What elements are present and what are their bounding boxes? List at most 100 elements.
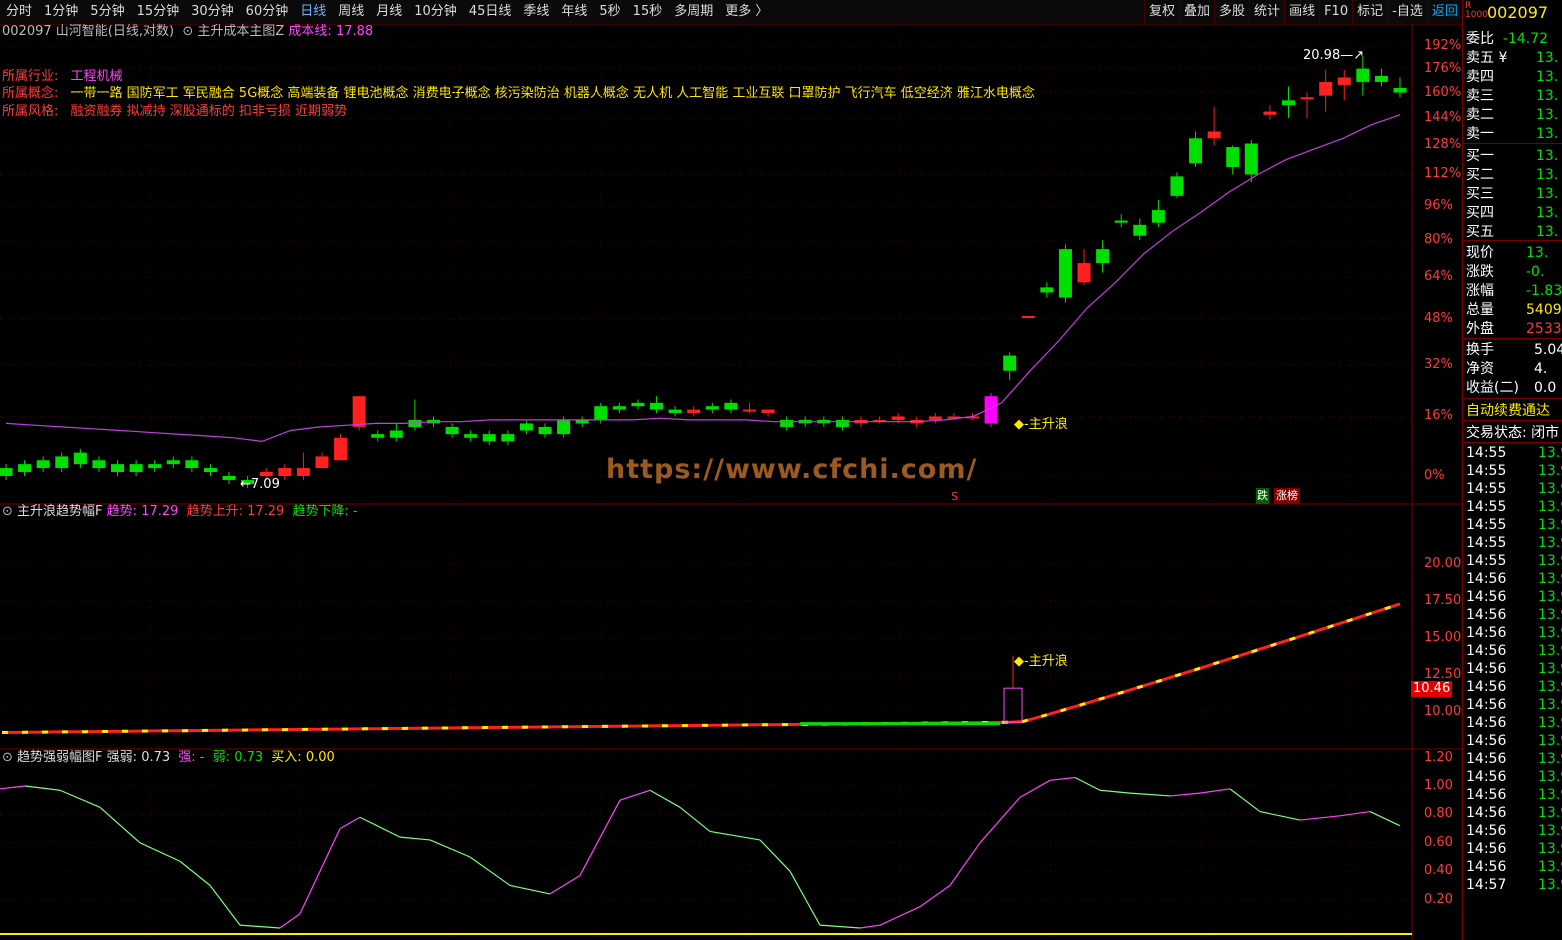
tick-row: 14:57 13.9 xyxy=(1466,876,1562,894)
sell-level-0[interactable]: 卖五 ¥ 13. xyxy=(1466,49,1558,67)
candle-body xyxy=(203,468,217,473)
panel3-name[interactable]: 趋势强弱幅图F xyxy=(17,750,102,765)
buy-level-price: 13. xyxy=(1536,186,1559,202)
candle-body xyxy=(1114,220,1128,223)
buy-level-0[interactable]: 买一 13. xyxy=(1466,147,1558,165)
period-tab-3[interactable]: 15分钟 xyxy=(131,0,186,24)
sell-level-4[interactable]: 卖一 13. xyxy=(1466,125,1558,143)
watermark-text: https://www.cfchi.com/ xyxy=(606,454,978,485)
main-axis-label: 192% xyxy=(1424,38,1462,53)
period-tab-4[interactable]: 30分钟 xyxy=(185,0,240,24)
tick-time: 14:56 xyxy=(1466,859,1507,875)
tick-time: 14:55 xyxy=(1466,499,1507,515)
tick-time: 14:56 xyxy=(1466,841,1507,857)
buy-level-3[interactable]: 买四 13. xyxy=(1466,204,1558,222)
strength-line-seg xyxy=(1229,788,1261,813)
tick-time: 14:56 xyxy=(1466,805,1507,821)
main-axis-label: 32% xyxy=(1424,356,1453,372)
buy-value: 0.00 xyxy=(305,750,335,765)
buy-level-4[interactable]: 买五 13. xyxy=(1466,223,1558,241)
buy-level-2[interactable]: 买三 13. xyxy=(1466,185,1558,203)
period-tab-5[interactable]: 60分钟 xyxy=(240,0,295,24)
period-tab-8[interactable]: 月线 xyxy=(370,0,408,24)
main-axis-label: 144% xyxy=(1424,110,1462,126)
period-tab-7[interactable]: 周线 xyxy=(332,0,370,24)
period-tab-1[interactable]: 1分钟 xyxy=(38,0,84,24)
candle-body xyxy=(1337,77,1351,85)
toolbar-button-5[interactable]: F10 xyxy=(1319,0,1352,24)
tick-price: 13.9 xyxy=(1538,463,1562,479)
buy-level-label: 买五 xyxy=(1466,224,1494,240)
candle-body xyxy=(1040,287,1054,293)
high-price-marker: 20.98—↗ xyxy=(1303,48,1365,63)
strength-line-seg xyxy=(1259,810,1301,821)
toolbar-button-4[interactable]: 画线 xyxy=(1284,0,1319,24)
strength-line-seg xyxy=(209,885,241,926)
die-badge[interactable]: 跌 xyxy=(1256,488,1269,504)
period-tab-9[interactable]: 10分钟 xyxy=(408,0,463,24)
strength-line-seg xyxy=(949,842,981,886)
period-tab-10[interactable]: 45日线 xyxy=(463,0,518,24)
sell-level-label: 卖一 xyxy=(1466,126,1494,142)
period-tab-15[interactable]: 多周期 xyxy=(668,0,719,24)
quote-stat2-1: 净资 4. xyxy=(1466,360,1547,378)
buy-level-1[interactable]: 买二 13. xyxy=(1466,166,1558,184)
buy-level-price: 13. xyxy=(1536,205,1559,221)
tick-time: 14:56 xyxy=(1466,787,1507,803)
strength-line-seg xyxy=(619,789,651,801)
quote-stat-4: 外盘 2533 xyxy=(1466,320,1562,338)
toolbar-button-6[interactable]: 标记 xyxy=(1352,0,1387,24)
cost-ma-line xyxy=(5,114,1401,443)
period-tab-14[interactable]: 15秒 xyxy=(627,0,669,24)
panel3-title-row: ⊙ 趋势强弱幅图F 强弱: 0.73 强: - 弱: 0.73 买入: 0.00 xyxy=(2,750,335,766)
auto-renew-notice[interactable]: 自动续费通达 xyxy=(1466,402,1550,420)
strength-line-seg xyxy=(339,816,361,830)
period-tab-0[interactable]: 分时 xyxy=(0,0,38,24)
side-stock-code[interactable]: 002097 xyxy=(1487,4,1548,22)
candle-body xyxy=(1263,111,1277,115)
trend-down-label: 趋势下降: xyxy=(292,504,349,519)
buy-label: 买入: xyxy=(271,750,302,765)
panel3-settings-icon[interactable]: ⊙ xyxy=(2,750,13,765)
strength-label: 强弱: xyxy=(106,750,138,765)
tick-time: 14:56 xyxy=(1466,661,1507,677)
tick-row: 14:56 13.9 xyxy=(1466,804,1562,822)
toolbar-button-2[interactable]: 多股 xyxy=(1214,0,1249,24)
toolbar-button-3[interactable]: 统计 xyxy=(1249,0,1284,24)
toolbar-button-0[interactable]: 复权 xyxy=(1144,0,1179,24)
panel2-title-row: ⊙ 主升浪趋势幅F 趋势: 17.29 趋势上升: 17.29 趋势下降: - xyxy=(2,504,358,520)
period-tab-6[interactable]: 日线 xyxy=(294,0,332,24)
tick-price: 13.9 xyxy=(1538,769,1562,785)
strength-line-seg xyxy=(0,785,26,790)
sell-level-1[interactable]: 卖四 13. xyxy=(1466,68,1558,86)
panel3-axis-label: 1.00 xyxy=(1424,778,1453,793)
panel2-settings-icon[interactable]: ⊙ xyxy=(2,504,13,519)
candle-body xyxy=(1393,87,1407,93)
sell-level-3[interactable]: 卖二 13. xyxy=(1466,106,1558,124)
tick-price: 13.9 xyxy=(1538,481,1562,497)
period-tab-12[interactable]: 年线 xyxy=(555,0,593,24)
wb-row: 委比 -14.72 xyxy=(1466,31,1549,47)
side-separator xyxy=(1463,420,1562,421)
panel2-name[interactable]: 主升浪趋势幅F xyxy=(17,504,102,519)
s-signal-marker: S xyxy=(951,490,958,503)
sell-level-label: 卖五 ¥ xyxy=(1466,50,1508,66)
strength-line-seg xyxy=(819,924,861,929)
candle-body xyxy=(1077,263,1091,283)
toolbar-button-1[interactable]: 叠加 xyxy=(1179,0,1214,24)
period-tab-11[interactable]: 季线 xyxy=(517,0,555,24)
panel2-axis-label: 17.50 xyxy=(1424,592,1462,608)
tick-row: 14:56 13.9 xyxy=(1466,768,1562,786)
period-tab-16[interactable]: 更多 〉 xyxy=(719,0,774,24)
strength-line-seg xyxy=(239,924,281,929)
zhangbang-badge[interactable]: 涨榜 xyxy=(1274,488,1300,504)
candle-body xyxy=(557,419,571,435)
buy-level-price: 13. xyxy=(1536,224,1559,240)
period-tab-2[interactable]: 5分钟 xyxy=(84,0,130,24)
candle-body xyxy=(761,409,775,413)
period-tab-13[interactable]: 5秒 xyxy=(593,0,626,24)
candle-body xyxy=(1281,100,1295,106)
sell-level-2[interactable]: 卖三 13. xyxy=(1466,87,1558,105)
tick-price: 13.9 xyxy=(1538,715,1562,731)
candle-body xyxy=(501,434,515,442)
